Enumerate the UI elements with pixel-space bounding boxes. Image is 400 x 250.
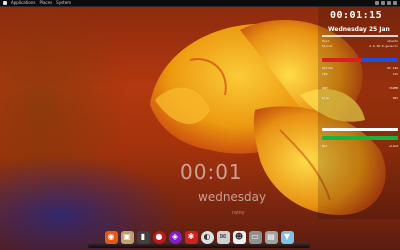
mail-icon[interactable]: ✉ bbox=[216, 230, 230, 244]
menu-system[interactable]: System bbox=[56, 0, 71, 6]
conky-divider bbox=[322, 35, 398, 37]
ghost-icon[interactable]: ☻ bbox=[232, 230, 246, 244]
settings-glyph: ✱ bbox=[187, 232, 195, 241]
trash-glyph: ▼ bbox=[283, 232, 291, 241]
conky-label-cpu: CPU bbox=[322, 72, 328, 76]
monitor-glyph: ▭ bbox=[251, 232, 259, 241]
conky-value-net: wlan0 bbox=[388, 144, 398, 148]
conky-label-host: Host bbox=[322, 39, 330, 43]
printer-glyph: ▤ bbox=[267, 232, 275, 241]
volume-icon[interactable] bbox=[381, 1, 385, 5]
conky-label-kernel: Kernel bbox=[322, 44, 333, 48]
conky-value-host: ubuntu bbox=[387, 39, 398, 43]
chat-icon[interactable]: ● bbox=[152, 230, 166, 244]
chat-glyph: ● bbox=[155, 232, 163, 241]
ghost-glyph: ☻ bbox=[234, 232, 244, 241]
printer-icon[interactable]: ▤ bbox=[264, 230, 278, 244]
conky-time: 00:01:15 bbox=[330, 10, 383, 21]
firefox-glyph: ◉ bbox=[107, 232, 115, 241]
files-icon[interactable]: ▣ bbox=[120, 230, 134, 244]
firefox-icon[interactable]: ◉ bbox=[104, 230, 118, 244]
terminal-icon[interactable]: ▮ bbox=[136, 230, 150, 244]
system-tray bbox=[375, 1, 397, 5]
conky-bar-memory bbox=[322, 128, 398, 131]
conky-bar-net-up bbox=[362, 136, 398, 140]
dock: ◉ ▣ ▮ ● ◈ ✱ ◐ ✉ ☻ ▭ ▤ ▼ bbox=[88, 226, 310, 248]
media-glyph: ◈ bbox=[171, 232, 179, 241]
desktop-clock-day: wednesday bbox=[198, 190, 267, 204]
mail-glyph: ✉ bbox=[219, 232, 227, 241]
conky-date: Wednesday 25 Jan bbox=[328, 26, 390, 33]
conky-bar-net-down bbox=[322, 136, 362, 140]
desktop-weather: rainy bbox=[232, 210, 245, 216]
conky-bar-cpu2 bbox=[362, 58, 398, 62]
conky-label-disk: Disk bbox=[322, 96, 330, 100]
files-glyph: ▣ bbox=[123, 232, 131, 241]
browser-icon[interactable]: ◐ bbox=[200, 230, 214, 244]
conky-bar-cpu bbox=[322, 58, 362, 62]
media-icon[interactable]: ◈ bbox=[168, 230, 182, 244]
menu-applications[interactable]: Applications bbox=[11, 0, 35, 6]
system-logo-icon[interactable] bbox=[3, 1, 7, 5]
settings-icon[interactable]: ✱ bbox=[184, 230, 198, 244]
conky-label-net: Net bbox=[322, 144, 328, 148]
conky-label-ram: RAM bbox=[322, 86, 328, 90]
monitor-icon[interactable]: ▭ bbox=[248, 230, 262, 244]
top-panel: Applications Places System bbox=[0, 0, 400, 7]
battery-icon[interactable] bbox=[387, 1, 391, 5]
conky-value-uptime: 0h 12m bbox=[387, 66, 398, 70]
network-icon[interactable] bbox=[375, 1, 379, 5]
desktop-clock-time: 00:01 bbox=[180, 160, 243, 184]
menu-places[interactable]: Places bbox=[39, 0, 52, 6]
browser-glyph: ◐ bbox=[203, 232, 211, 241]
conky-value-kernel: 2.6.38-8-generic bbox=[369, 44, 398, 48]
conky-value-ram: 742MB bbox=[388, 86, 398, 90]
conky-value-cpu: 12% bbox=[392, 72, 398, 76]
trash-icon[interactable]: ▼ bbox=[280, 230, 294, 244]
user-icon[interactable] bbox=[393, 1, 397, 5]
conky-label-uptime: Uptime bbox=[322, 66, 333, 70]
terminal-glyph: ▮ bbox=[140, 232, 146, 241]
conky-value-disk: 38% bbox=[392, 96, 398, 100]
